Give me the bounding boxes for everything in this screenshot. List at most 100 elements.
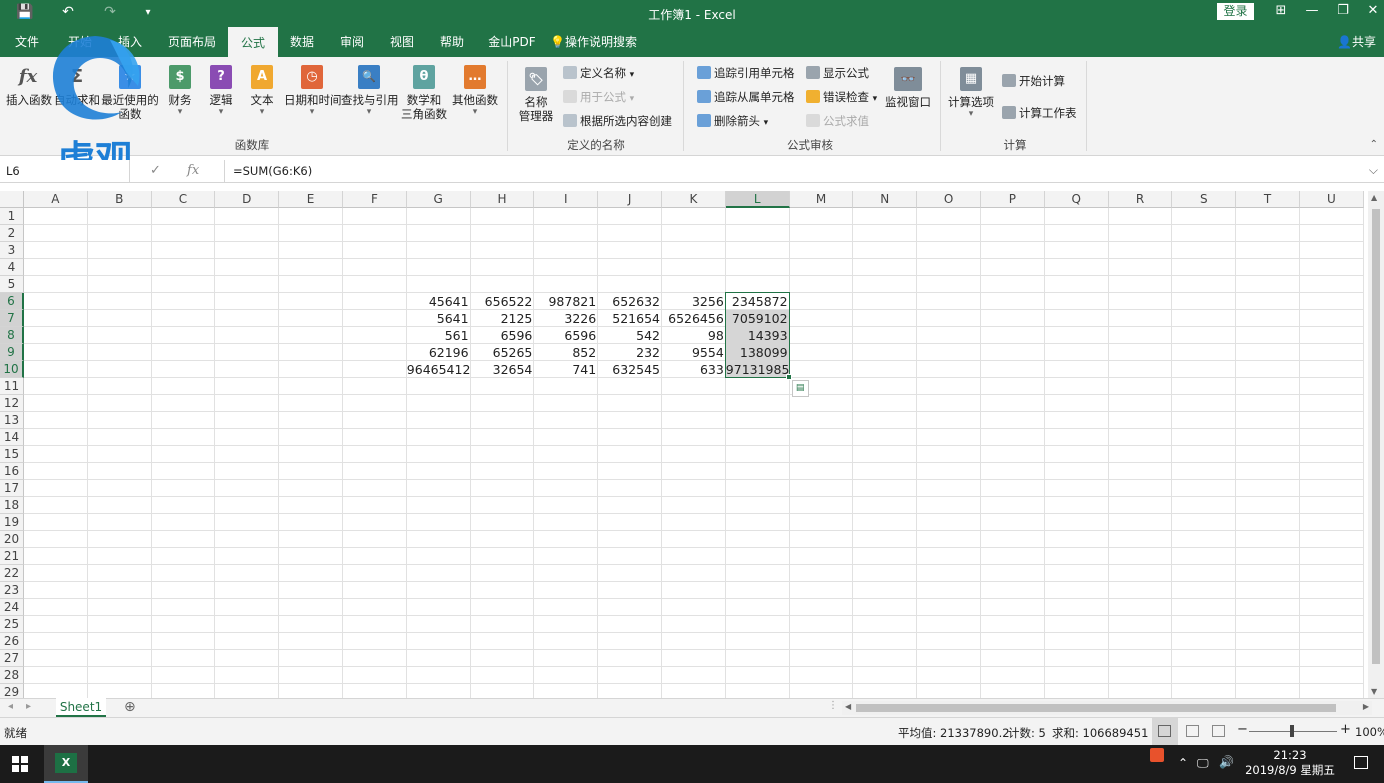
column-header-c[interactable]: C <box>151 191 216 208</box>
save-icon[interactable]: 💾 <box>14 4 36 20</box>
expand-formula-bar-icon[interactable]: ⌵ <box>1369 163 1378 178</box>
trace-dependents-button[interactable]: 追踪从属单元格 <box>697 89 795 105</box>
tab-view[interactable]: 视图 <box>384 27 420 57</box>
cell-i8[interactable]: 6596 <box>534 327 598 344</box>
column-header-o[interactable]: O <box>917 191 981 208</box>
text-functions-button[interactable]: A 文本 ▾ <box>246 65 278 117</box>
column-header-p[interactable]: P <box>981 191 1045 208</box>
column-header-s[interactable]: S <box>1172 191 1237 208</box>
cell-g8[interactable]: 561 <box>407 327 471 344</box>
calculate-now-button[interactable]: 开始计算 <box>1002 73 1065 89</box>
row-header-20[interactable]: 20 <box>0 531 24 548</box>
cell-g7[interactable]: 5641 <box>407 310 471 327</box>
cell-j6[interactable]: 652632 <box>598 293 662 310</box>
ribbon-display-options-icon[interactable]: ⊞ <box>1269 3 1293 18</box>
column-header-b[interactable]: B <box>87 191 152 208</box>
row-header-16[interactable]: 16 <box>0 463 24 480</box>
cell-h9[interactable]: 65265 <box>471 344 535 361</box>
system-clock[interactable]: 21:23 2019/8/9 星期五 <box>1240 748 1340 778</box>
row-header-29[interactable]: 29 <box>0 684 24 698</box>
cell-g10[interactable]: 96465412 <box>407 361 471 378</box>
login-button[interactable]: 登录 <box>1217 3 1254 20</box>
row-header-18[interactable]: 18 <box>0 497 24 514</box>
column-header-g[interactable]: G <box>406 191 471 208</box>
math-trig-button[interactable]: θ 数学和 三角函数 <box>398 65 450 121</box>
scroll-up-icon[interactable]: ▲ <box>1371 193 1377 202</box>
evaluate-formula-button[interactable]: 公式求值 <box>806 113 869 129</box>
add-sheet-icon[interactable]: ⊕ <box>124 699 136 715</box>
row-header-22[interactable]: 22 <box>0 565 24 582</box>
row-header-26[interactable]: 26 <box>0 633 24 650</box>
share-button[interactable]: 👤共享 <box>1337 27 1376 58</box>
cell-i10[interactable]: 741 <box>534 361 598 378</box>
column-header-m[interactable]: M <box>789 191 854 208</box>
row-header-17[interactable]: 17 <box>0 480 24 497</box>
date-time-button[interactable]: ◷ 日期和时间 ▾ <box>284 65 342 117</box>
cell-i7[interactable]: 3226 <box>534 310 598 327</box>
define-name-button[interactable]: 定义名称 ▾ <box>563 65 634 83</box>
error-checking-button[interactable]: 错误检查 ▾ <box>806 89 877 107</box>
column-header-e[interactable]: E <box>279 191 343 208</box>
taskbar-excel-button[interactable]: X <box>44 745 88 783</box>
vertical-scrollbar[interactable]: ▲ ▼ <box>1368 191 1384 698</box>
enter-check-icon[interactable]: ✓ <box>150 163 161 178</box>
network-icon[interactable]: 🖵 <box>1197 756 1209 771</box>
row-header-13[interactable]: 13 <box>0 412 24 429</box>
column-header-u[interactable]: U <box>1300 191 1364 208</box>
notification-icon[interactable] <box>1354 756 1368 769</box>
cell-k8[interactable]: 98 <box>662 327 726 344</box>
cell-k6[interactable]: 3256 <box>662 293 726 310</box>
tab-kingsoft-pdf[interactable]: 金山PDF <box>484 27 540 57</box>
row-header-25[interactable]: 25 <box>0 616 24 633</box>
tab-data[interactable]: 数据 <box>284 27 320 57</box>
customize-quick-access-icon[interactable]: ▾ <box>137 7 159 18</box>
row-header-21[interactable]: 21 <box>0 548 24 565</box>
restore-button[interactable]: ❐ <box>1331 3 1355 18</box>
cell-j8[interactable]: 542 <box>598 327 662 344</box>
sheet-tab-sheet1[interactable]: Sheet1 <box>56 698 106 717</box>
show-formulas-button[interactable]: 显示公式 <box>806 65 869 81</box>
close-button[interactable]: ✕ <box>1361 3 1384 18</box>
windows-start-icon[interactable] <box>12 756 28 772</box>
lookup-reference-button[interactable]: 🔍 查找与引用 ▾ <box>341 65 399 117</box>
zoom-in-icon[interactable]: + <box>1340 722 1351 737</box>
cell-j7[interactable]: 521654 <box>598 310 662 327</box>
cell-g6[interactable]: 45641 <box>407 293 471 310</box>
row-header-19[interactable]: 19 <box>0 514 24 531</box>
tab-splitter-icon[interactable]: ⋮ <box>828 700 838 711</box>
logical-button[interactable]: ? 逻辑 ▾ <box>205 65 237 117</box>
cell-j9[interactable]: 232 <box>598 344 662 361</box>
sheet-nav-prev-icon[interactable]: ◂ <box>8 701 13 712</box>
show-hidden-icons-icon[interactable]: ⌃ <box>1178 756 1188 770</box>
cell-j10[interactable]: 632545 <box>598 361 662 378</box>
cell-g9[interactable]: 62196 <box>407 344 471 361</box>
row-header-27[interactable]: 27 <box>0 650 24 667</box>
row-header-28[interactable]: 28 <box>0 667 24 684</box>
zoom-level[interactable]: 100% <box>1355 725 1384 739</box>
zoom-slider-thumb[interactable] <box>1290 725 1294 737</box>
row-header-5[interactable]: 5 <box>0 276 24 293</box>
row-header-6[interactable]: 6 <box>0 293 24 310</box>
financial-button[interactable]: $ 财务 ▾ <box>164 65 196 117</box>
column-header-t[interactable]: T <box>1236 191 1300 208</box>
row-header-11[interactable]: 11 <box>0 378 24 395</box>
sogou-ime-icon[interactable] <box>1150 748 1164 762</box>
tab-page-layout[interactable]: 页面布局 <box>163 27 221 57</box>
cell-k9[interactable]: 9554 <box>662 344 726 361</box>
tab-help[interactable]: 帮助 <box>434 27 470 57</box>
row-header-12[interactable]: 12 <box>0 395 24 412</box>
row-header-9[interactable]: 9 <box>0 344 24 361</box>
tab-formulas[interactable]: 公式 <box>228 27 278 57</box>
select-all-corner[interactable] <box>0 191 24 208</box>
column-header-i[interactable]: I <box>534 191 599 208</box>
sheet-nav-next-icon[interactable]: ▸ <box>26 701 31 712</box>
column-header-a[interactable]: A <box>24 191 88 208</box>
row-header-15[interactable]: 15 <box>0 446 24 463</box>
page-layout-view-icon[interactable] <box>1186 725 1199 737</box>
column-header-r[interactable]: R <box>1108 191 1173 208</box>
column-header-l[interactable]: L <box>725 191 790 208</box>
scroll-left-icon[interactable]: ◀ <box>845 702 851 711</box>
row-header-7[interactable]: 7 <box>0 310 24 327</box>
cell-i6[interactable]: 987821 <box>534 293 598 310</box>
row-header-14[interactable]: 14 <box>0 429 24 446</box>
